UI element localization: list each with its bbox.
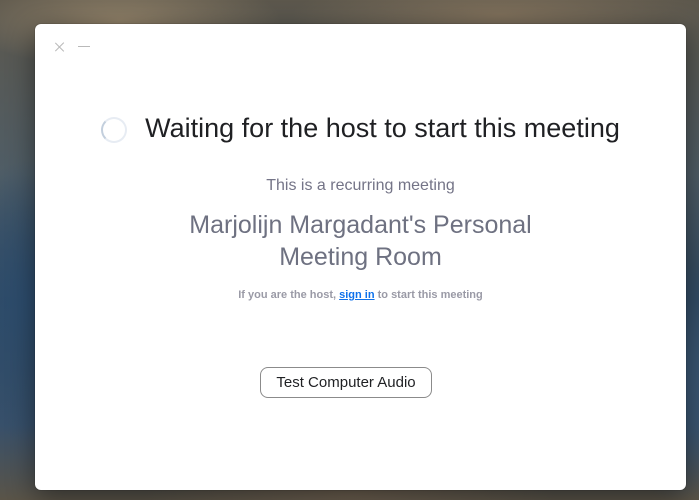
meeting-room-name: Marjolijn Margadant's Personal Meeting R… xyxy=(35,209,686,273)
meeting-room-name-line1: Marjolijn Margadant's Personal xyxy=(189,211,532,239)
host-note-prefix: If you are the host, xyxy=(238,289,337,301)
meeting-waiting-window: Waiting for the host to start this meeti… xyxy=(35,24,686,490)
test-computer-audio-button[interactable]: Test Computer Audio xyxy=(260,367,432,398)
page-title: Waiting for the host to start this meeti… xyxy=(145,113,620,143)
host-sign-in-note: If you are the host, sign in to start th… xyxy=(35,289,686,301)
minimize-icon[interactable] xyxy=(77,40,91,54)
close-icon[interactable] xyxy=(53,40,67,54)
waiting-header: Waiting for the host to start this meeti… xyxy=(35,113,686,144)
window-controls xyxy=(53,40,91,54)
recurring-meeting-label: This is a recurring meeting xyxy=(266,177,455,194)
loading-spinner-icon xyxy=(101,116,128,143)
meeting-room-name-line2: Meeting Room xyxy=(279,243,442,271)
sign-in-link[interactable]: sign in xyxy=(339,289,374,301)
host-note-suffix: to start this meeting xyxy=(377,289,483,301)
